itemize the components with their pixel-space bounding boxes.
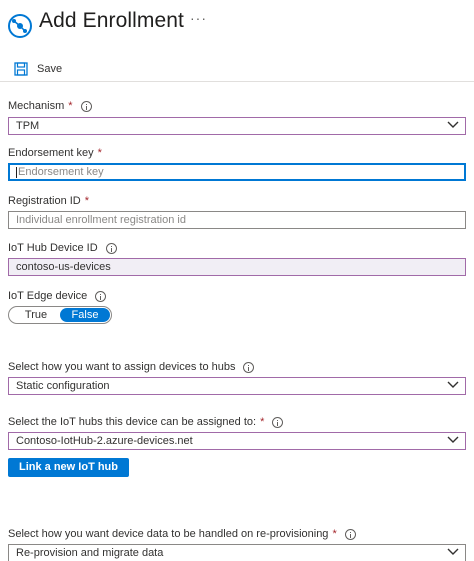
iot-hub-device-id-label: IoT Hub Device ID: [8, 242, 117, 254]
info-icon[interactable]: [344, 528, 356, 540]
iot-hub-dps-icon: [8, 14, 32, 38]
endorsement-key-input[interactable]: Endorsement key: [8, 163, 466, 181]
command-bar: Save: [0, 56, 474, 82]
iot-edge-toggle: True False: [8, 306, 112, 324]
assign-policy-select[interactable]: Static configuration: [8, 377, 466, 395]
text-cursor: [16, 166, 17, 178]
info-icon[interactable]: [95, 290, 107, 302]
toggle-option-true[interactable]: True: [11, 308, 61, 322]
toggle-option-false[interactable]: False: [60, 308, 110, 322]
info-icon[interactable]: [272, 416, 284, 428]
save-button[interactable]: Save: [14, 60, 62, 78]
iot-hubs-label: Select the IoT hubs this device can be a…: [8, 416, 284, 428]
page-title: Add Enrollment: [39, 9, 184, 32]
mechanism-label: Mechanism *: [8, 100, 92, 112]
info-icon[interactable]: [243, 361, 255, 373]
save-label: Save: [37, 63, 63, 75]
info-icon[interactable]: [105, 242, 117, 254]
chevron-down-icon: [447, 548, 459, 555]
chevron-down-icon: [447, 436, 459, 443]
reprovision-select[interactable]: Re-provision and migrate data: [8, 544, 466, 561]
iot-hub-device-id-input[interactable]: contoso-us-devices: [8, 258, 466, 276]
iot-hubs-select[interactable]: Contoso-IotHub-2.azure-devices.net: [8, 432, 466, 450]
blade-header: Add Enrollment ···: [0, 0, 474, 48]
endorsement-key-label: Endorsement key *: [8, 147, 102, 159]
registration-id-label: Registration ID *: [8, 195, 90, 207]
chevron-down-icon: [447, 381, 459, 388]
link-new-iot-hub-button[interactable]: Link a new IoT hub: [8, 458, 129, 477]
mechanism-select[interactable]: TPM: [8, 117, 466, 135]
save-icon: [14, 62, 28, 76]
assign-policy-label: Select how you want to assign devices to…: [8, 361, 255, 373]
reprovision-label: Select how you want device data to be ha…: [8, 528, 356, 540]
chevron-down-icon: [447, 121, 459, 128]
registration-id-input[interactable]: Individual enrollment registration id: [8, 211, 466, 229]
iot-edge-device-label: IoT Edge device: [8, 290, 107, 302]
more-options-icon[interactable]: ···: [190, 10, 207, 26]
info-icon[interactable]: [80, 100, 92, 112]
